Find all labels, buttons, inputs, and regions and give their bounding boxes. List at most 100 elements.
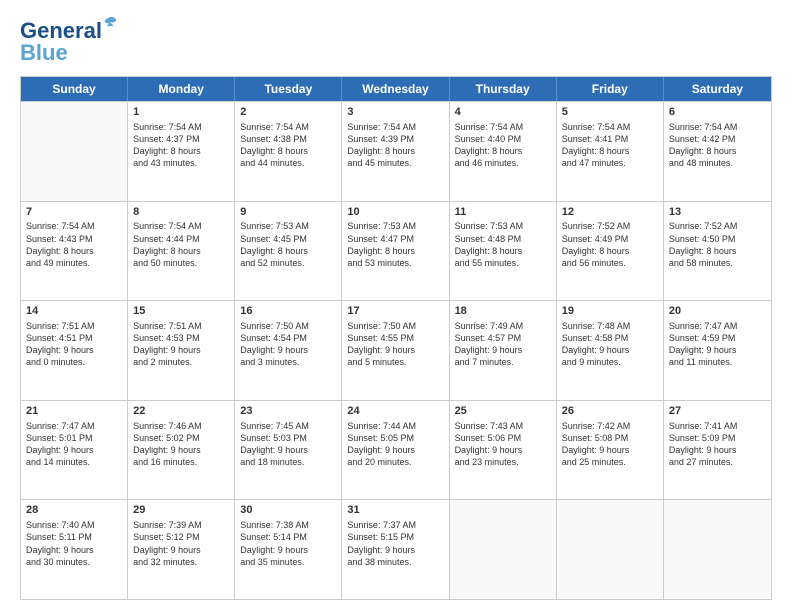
cell-info: Sunrise: 7:53 AMSunset: 4:47 PMDaylight:… [347,220,443,269]
cal-cell-27: 27Sunrise: 7:41 AMSunset: 5:09 PMDayligh… [664,401,771,500]
cal-cell-26: 26Sunrise: 7:42 AMSunset: 5:08 PMDayligh… [557,401,664,500]
cell-info: Sunrise: 7:47 AMSunset: 5:01 PMDaylight:… [26,420,122,469]
cal-row-0: 1Sunrise: 7:54 AMSunset: 4:37 PMDaylight… [21,101,771,201]
empty-cell [21,102,128,201]
cal-cell-20: 20Sunrise: 7:47 AMSunset: 4:59 PMDayligh… [664,301,771,400]
header-day-tuesday: Tuesday [235,77,342,101]
cell-info: Sunrise: 7:52 AMSunset: 4:49 PMDaylight:… [562,220,658,269]
cal-cell-5: 5Sunrise: 7:54 AMSunset: 4:41 PMDaylight… [557,102,664,201]
cal-row-4: 28Sunrise: 7:40 AMSunset: 5:11 PMDayligh… [21,499,771,599]
cell-info: Sunrise: 7:54 AMSunset: 4:41 PMDaylight:… [562,121,658,170]
day-number: 28 [26,503,122,518]
header-day-monday: Monday [128,77,235,101]
cal-cell-30: 30Sunrise: 7:38 AMSunset: 5:14 PMDayligh… [235,500,342,599]
cell-info: Sunrise: 7:43 AMSunset: 5:06 PMDaylight:… [455,420,551,469]
cell-info: Sunrise: 7:54 AMSunset: 4:43 PMDaylight:… [26,220,122,269]
cell-info: Sunrise: 7:51 AMSunset: 4:53 PMDaylight:… [133,320,229,369]
cell-info: Sunrise: 7:54 AMSunset: 4:38 PMDaylight:… [240,121,336,170]
cal-row-3: 21Sunrise: 7:47 AMSunset: 5:01 PMDayligh… [21,400,771,500]
day-number: 3 [347,105,443,120]
cell-info: Sunrise: 7:54 AMSunset: 4:42 PMDaylight:… [669,121,766,170]
header: General Blue [20,18,772,66]
logo-general: General [20,18,102,43]
cal-cell-1: 1Sunrise: 7:54 AMSunset: 4:37 PMDaylight… [128,102,235,201]
empty-cell [450,500,557,599]
cal-cell-25: 25Sunrise: 7:43 AMSunset: 5:06 PMDayligh… [450,401,557,500]
cal-cell-18: 18Sunrise: 7:49 AMSunset: 4:57 PMDayligh… [450,301,557,400]
day-number: 27 [669,404,766,419]
day-number: 25 [455,404,551,419]
cal-cell-4: 4Sunrise: 7:54 AMSunset: 4:40 PMDaylight… [450,102,557,201]
day-number: 26 [562,404,658,419]
cell-info: Sunrise: 7:47 AMSunset: 4:59 PMDaylight:… [669,320,766,369]
day-number: 31 [347,503,443,518]
day-number: 20 [669,304,766,319]
day-number: 8 [133,205,229,220]
day-number: 23 [240,404,336,419]
day-number: 17 [347,304,443,319]
cal-cell-24: 24Sunrise: 7:44 AMSunset: 5:05 PMDayligh… [342,401,449,500]
day-number: 15 [133,304,229,319]
cal-cell-15: 15Sunrise: 7:51 AMSunset: 4:53 PMDayligh… [128,301,235,400]
cell-info: Sunrise: 7:53 AMSunset: 4:48 PMDaylight:… [455,220,551,269]
cell-info: Sunrise: 7:51 AMSunset: 4:51 PMDaylight:… [26,320,122,369]
day-number: 7 [26,205,122,220]
day-number: 29 [133,503,229,518]
cell-info: Sunrise: 7:45 AMSunset: 5:03 PMDaylight:… [240,420,336,469]
logo: General Blue [20,18,102,66]
cell-info: Sunrise: 7:49 AMSunset: 4:57 PMDaylight:… [455,320,551,369]
cal-cell-11: 11Sunrise: 7:53 AMSunset: 4:48 PMDayligh… [450,202,557,301]
header-day-friday: Friday [557,77,664,101]
calendar: SundayMondayTuesdayWednesdayThursdayFrid… [20,76,772,600]
day-number: 1 [133,105,229,120]
empty-cell [664,500,771,599]
day-number: 13 [669,205,766,220]
cell-info: Sunrise: 7:50 AMSunset: 4:54 PMDaylight:… [240,320,336,369]
cal-cell-10: 10Sunrise: 7:53 AMSunset: 4:47 PMDayligh… [342,202,449,301]
cal-cell-22: 22Sunrise: 7:46 AMSunset: 5:02 PMDayligh… [128,401,235,500]
cell-info: Sunrise: 7:54 AMSunset: 4:39 PMDaylight:… [347,121,443,170]
cal-row-1: 7Sunrise: 7:54 AMSunset: 4:43 PMDaylight… [21,201,771,301]
cal-cell-9: 9Sunrise: 7:53 AMSunset: 4:45 PMDaylight… [235,202,342,301]
day-number: 10 [347,205,443,220]
cell-info: Sunrise: 7:54 AMSunset: 4:37 PMDaylight:… [133,121,229,170]
cal-cell-29: 29Sunrise: 7:39 AMSunset: 5:12 PMDayligh… [128,500,235,599]
header-day-wednesday: Wednesday [342,77,449,101]
calendar-body: 1Sunrise: 7:54 AMSunset: 4:37 PMDaylight… [21,101,771,599]
cell-info: Sunrise: 7:42 AMSunset: 5:08 PMDaylight:… [562,420,658,469]
empty-cell [557,500,664,599]
cell-info: Sunrise: 7:44 AMSunset: 5:05 PMDaylight:… [347,420,443,469]
header-day-thursday: Thursday [450,77,557,101]
cell-info: Sunrise: 7:52 AMSunset: 4:50 PMDaylight:… [669,220,766,269]
cal-row-2: 14Sunrise: 7:51 AMSunset: 4:51 PMDayligh… [21,300,771,400]
day-number: 16 [240,304,336,319]
day-number: 4 [455,105,551,120]
day-number: 24 [347,404,443,419]
cell-info: Sunrise: 7:50 AMSunset: 4:55 PMDaylight:… [347,320,443,369]
logo-bird-icon [100,14,118,32]
header-day-saturday: Saturday [664,77,771,101]
cal-cell-19: 19Sunrise: 7:48 AMSunset: 4:58 PMDayligh… [557,301,664,400]
cell-info: Sunrise: 7:41 AMSunset: 5:09 PMDaylight:… [669,420,766,469]
cal-cell-16: 16Sunrise: 7:50 AMSunset: 4:54 PMDayligh… [235,301,342,400]
day-number: 30 [240,503,336,518]
cal-cell-2: 2Sunrise: 7:54 AMSunset: 4:38 PMDaylight… [235,102,342,201]
day-number: 21 [26,404,122,419]
cal-cell-23: 23Sunrise: 7:45 AMSunset: 5:03 PMDayligh… [235,401,342,500]
cell-info: Sunrise: 7:53 AMSunset: 4:45 PMDaylight:… [240,220,336,269]
cell-info: Sunrise: 7:38 AMSunset: 5:14 PMDaylight:… [240,519,336,568]
cell-info: Sunrise: 7:54 AMSunset: 4:44 PMDaylight:… [133,220,229,269]
day-number: 19 [562,304,658,319]
cal-cell-31: 31Sunrise: 7:37 AMSunset: 5:15 PMDayligh… [342,500,449,599]
cal-cell-28: 28Sunrise: 7:40 AMSunset: 5:11 PMDayligh… [21,500,128,599]
cal-cell-14: 14Sunrise: 7:51 AMSunset: 4:51 PMDayligh… [21,301,128,400]
cell-info: Sunrise: 7:39 AMSunset: 5:12 PMDaylight:… [133,519,229,568]
day-number: 11 [455,205,551,220]
cal-cell-17: 17Sunrise: 7:50 AMSunset: 4:55 PMDayligh… [342,301,449,400]
cell-info: Sunrise: 7:37 AMSunset: 5:15 PMDaylight:… [347,519,443,568]
day-number: 2 [240,105,336,120]
day-number: 6 [669,105,766,120]
cal-cell-13: 13Sunrise: 7:52 AMSunset: 4:50 PMDayligh… [664,202,771,301]
cal-cell-21: 21Sunrise: 7:47 AMSunset: 5:01 PMDayligh… [21,401,128,500]
day-number: 5 [562,105,658,120]
